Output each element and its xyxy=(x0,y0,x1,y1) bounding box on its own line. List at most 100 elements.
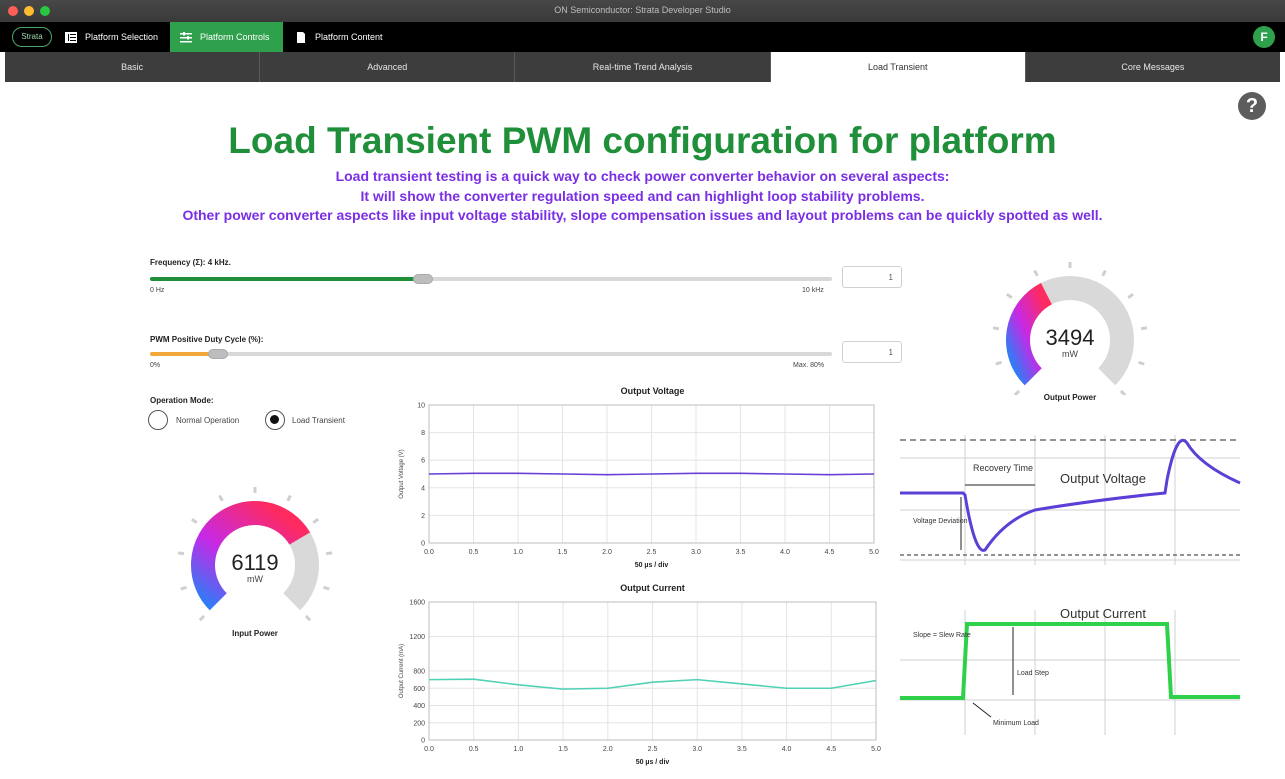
nav-label: Platform Content xyxy=(315,32,383,42)
y-tick-label: 0 xyxy=(421,541,425,548)
diagram-voltage-title: Output Voltage xyxy=(1060,471,1146,486)
y-axis-label: Output Voltage (V) xyxy=(399,449,405,498)
nav-label: Platform Controls xyxy=(200,32,270,42)
x-tick-label: 4.0 xyxy=(780,549,790,556)
y-tick-label: 400 xyxy=(413,703,425,710)
x-tick-label: 4.5 xyxy=(826,746,836,753)
output-power-gauge-tick xyxy=(1138,360,1145,366)
x-tick-label: 0.5 xyxy=(469,549,479,556)
x-tick-label: 1.5 xyxy=(558,549,568,556)
x-tick-label: 5.0 xyxy=(869,549,879,556)
y-tick-label: 10 xyxy=(417,403,425,410)
user-avatar[interactable]: F xyxy=(1253,26,1275,48)
strata-logo: Strata xyxy=(12,27,52,47)
frequency-max-label: 10 kHz xyxy=(802,287,824,294)
load-transient-radio[interactable] xyxy=(265,410,285,430)
x-tick-label: 0.5 xyxy=(469,746,479,753)
series-line xyxy=(428,472,875,476)
x-tick-label: 4.5 xyxy=(825,549,835,556)
y-tick-label: 6 xyxy=(421,458,425,465)
output-power-gauge: 3494mW xyxy=(992,262,1148,395)
y-tick-label: 8 xyxy=(421,430,425,437)
nav-platform-controls[interactable]: Platform Controls xyxy=(170,22,283,52)
input-power-gauge-tick xyxy=(304,614,312,622)
x-tick-label: 2.5 xyxy=(647,549,657,556)
input-power-gauge-tick xyxy=(286,494,292,502)
nav-platform-selection[interactable]: Platform Selection xyxy=(55,22,170,52)
diagram-current-title: Output Current xyxy=(1060,606,1146,621)
input-power-gauge-tick xyxy=(198,614,206,622)
output-power-gauge-tick xyxy=(992,326,1000,331)
duty-cycle-slider-track[interactable] xyxy=(150,352,832,356)
x-tick-label: 1.0 xyxy=(513,549,523,556)
x-tick-label: 1.0 xyxy=(514,746,524,753)
output-power-label: Output Power xyxy=(1043,393,1097,402)
frequency-slider-fill xyxy=(150,277,423,281)
output-voltage-chart: 0.0 0.5 1.0 1.5 2.0 2.5 3.0 3.5 4.0 4.5 5.0 0 2 4 6 8 10… xyxy=(399,403,879,570)
output-power-gauge-tick xyxy=(995,360,1002,366)
description-line: Load transient testing is a quick way to… xyxy=(335,168,950,184)
help-icon[interactable]: ? xyxy=(1238,92,1266,120)
x-tick-label: 4.0 xyxy=(782,746,792,753)
frequency-input[interactable]: 1 xyxy=(842,266,902,288)
x-tick-label: 0.0 xyxy=(424,549,434,556)
tab-core-messages[interactable]: Core Messages xyxy=(1026,52,1280,82)
tab-bar: Basic Advanced Real-time Trend Analysis … xyxy=(5,52,1280,82)
output-power-gauge-tick xyxy=(1033,269,1039,277)
x-tick-label: 2.5 xyxy=(648,746,658,753)
tab-load-transient[interactable]: Load Transient xyxy=(770,52,1026,82)
input-power-gauge-tick xyxy=(312,517,319,524)
normal-operation-label: Normal Operation xyxy=(176,416,240,425)
sliders-icon xyxy=(180,31,192,42)
y-tick-label: 200 xyxy=(413,720,425,727)
nav-platform-content[interactable]: Platform Content xyxy=(285,22,400,52)
tab-advanced[interactable]: Advanced xyxy=(260,52,516,82)
x-tick-label: 3.0 xyxy=(691,549,701,556)
minimum-load-pointer xyxy=(972,702,992,718)
frequency-label: Frequency (Σ): 4 kHz. xyxy=(150,258,231,267)
input-power-gauge-tick xyxy=(191,517,198,524)
page-title: Load Transient PWM configuration for pla… xyxy=(228,120,1057,161)
load-transient-diagram: Recovery Time Voltage Deviation Output V… xyxy=(900,435,1241,735)
voltage-deviation-label: Voltage Deviation xyxy=(913,518,968,525)
y-tick-label: 800 xyxy=(413,669,425,676)
tab-real-time-trend-analysis[interactable]: Real-time Trend Analysis xyxy=(515,52,771,82)
x-tick-label: 5.0 xyxy=(871,746,881,753)
y-tick-label: 1600 xyxy=(409,600,425,607)
duty-cycle-label: PWM Positive Duty Cycle (%): xyxy=(150,335,264,344)
slope-label: Slope = Slew Rate xyxy=(913,632,971,639)
frequency-slider-handle[interactable] xyxy=(412,274,433,284)
input-power-gauge-tick xyxy=(323,585,330,591)
x-axis-label: 50 µs / div xyxy=(635,562,669,569)
y-tick-label: 2 xyxy=(421,513,425,520)
input-power-gauge-unit: mW xyxy=(247,574,263,584)
output-current-chart: 0.0 0.5 1.0 1.5 2.0 2.5 3.0 3.5 4.0 4.5 5.0 0 200 400… xyxy=(399,600,881,767)
y-axis-label: Output Current (mA) xyxy=(399,644,405,698)
output-power-gauge-unit: mW xyxy=(1062,349,1078,359)
input-power-label: Input Power xyxy=(232,629,278,638)
input-power-gauge-tick xyxy=(325,551,333,556)
output-power-gauge-value: 3494 xyxy=(1046,325,1095,350)
output-power-gauge-tick xyxy=(1140,326,1148,331)
recovery-time-label: Recovery Time xyxy=(973,463,1033,473)
window-title: ON Semiconductor: Strata Developer Studi… xyxy=(554,5,731,15)
duty-cycle-input[interactable]: 1 xyxy=(842,341,902,363)
document-icon xyxy=(297,31,305,43)
x-tick-label: 3.5 xyxy=(736,549,746,556)
y-tick-label: 4 xyxy=(421,485,425,492)
x-tick-label: 0.0 xyxy=(424,746,434,753)
window-titlebar: ON Semiconductor: Strata Developer Studi… xyxy=(0,0,1285,22)
minimum-load-label: Minimum Load xyxy=(993,720,1039,727)
operation-mode-label: Operation Mode: xyxy=(150,396,214,405)
duty-cycle-max-label: Max. 80% xyxy=(793,362,825,369)
input-power-gauge-tick xyxy=(180,585,187,591)
grid-icon xyxy=(65,31,77,43)
description-line: Other power converter aspects like input… xyxy=(182,207,1103,223)
tab-basic[interactable]: Basic xyxy=(5,52,261,82)
load-step-label: Load Step xyxy=(1017,670,1049,677)
voltage-chart-title: Output Voltage xyxy=(620,386,685,396)
normal-operation-radio[interactable] xyxy=(148,410,168,430)
platform-nav-bar: Strata Platform Selection Platform Contr… xyxy=(0,22,1285,52)
description-line: It will show the converter regulation sp… xyxy=(360,188,925,204)
duty-cycle-slider-handle[interactable] xyxy=(208,349,229,359)
